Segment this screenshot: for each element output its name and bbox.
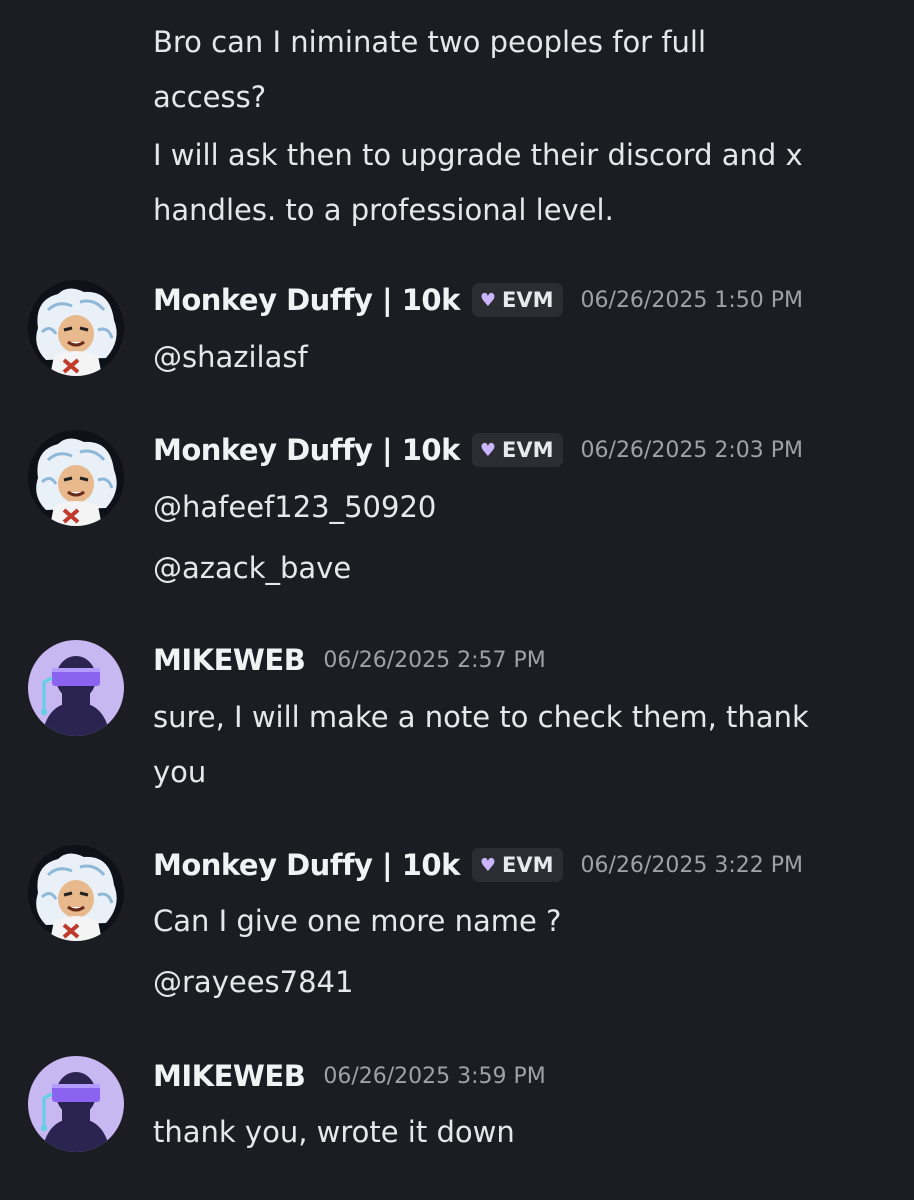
timestamp: 06/26/2025 3:22 PM: [580, 852, 803, 878]
mikeweb-avatar-icon[interactable]: [28, 1056, 124, 1152]
heart-icon: ♥: [479, 439, 497, 461]
message-line: I will ask then to upgrade their discord…: [153, 138, 803, 172]
message-header: Monkey Duffy | 10k ♥ EVM 06/26/2025 1:50…: [153, 283, 803, 317]
timestamp: 06/26/2025 2:03 PM: [580, 437, 803, 463]
server-tag[interactable]: ♥ EVM: [471, 433, 563, 467]
message-line: Can I give one more name ?: [153, 904, 562, 938]
mikeweb-avatar-icon[interactable]: [28, 640, 124, 736]
server-tag[interactable]: ♥ EVM: [471, 283, 563, 317]
message-line: sure, I will make a note to check them, …: [153, 700, 809, 734]
username[interactable]: MIKEWEB: [153, 1059, 306, 1093]
heart-icon: ♥: [479, 289, 497, 311]
username[interactable]: MIKEWEB: [153, 643, 306, 677]
message-header: MIKEWEB 06/26/2025 3:59 PM: [153, 1059, 546, 1093]
message-header: Monkey Duffy | 10k ♥ EVM 06/26/2025 3:22…: [153, 848, 803, 882]
monkey-duffy-avatar-icon[interactable]: [28, 280, 124, 376]
server-tag-label: EVM: [502, 853, 554, 877]
username[interactable]: Monkey Duffy | 10k: [153, 848, 460, 882]
message-line: @shazilasf: [153, 340, 308, 374]
monkey-duffy-avatar-icon[interactable]: [28, 430, 124, 526]
username[interactable]: Monkey Duffy | 10k: [153, 433, 460, 467]
timestamp: 06/26/2025 1:50 PM: [580, 287, 803, 313]
message-line: access?: [153, 80, 267, 114]
server-tag[interactable]: ♥ EVM: [471, 848, 563, 882]
username[interactable]: Monkey Duffy | 10k: [153, 283, 460, 317]
timestamp: 06/26/2025 2:57 PM: [323, 647, 546, 673]
message-header: Monkey Duffy | 10k ♥ EVM 06/26/2025 2:03…: [153, 433, 803, 467]
message-line: @rayees7841: [153, 965, 354, 999]
timestamp: 06/26/2025 3:59 PM: [323, 1063, 546, 1089]
server-tag-label: EVM: [502, 438, 554, 462]
heart-icon: ♥: [479, 854, 497, 876]
message-header: MIKEWEB 06/26/2025 2:57 PM: [153, 643, 546, 677]
message-line: Bro can I niminate two peoples for full: [153, 25, 707, 59]
monkey-duffy-avatar-icon[interactable]: [28, 845, 124, 941]
message-line: @azack_bave: [153, 551, 352, 585]
message-line: thank you, wrote it down: [153, 1115, 515, 1149]
message-line: handles. to a professional level.: [153, 193, 614, 227]
message-line: you: [153, 755, 207, 789]
message-line: @hafeef123_50920: [153, 490, 437, 524]
chat-message-list: Bro can I niminate two peoples for full …: [0, 0, 914, 1200]
server-tag-label: EVM: [502, 288, 554, 312]
